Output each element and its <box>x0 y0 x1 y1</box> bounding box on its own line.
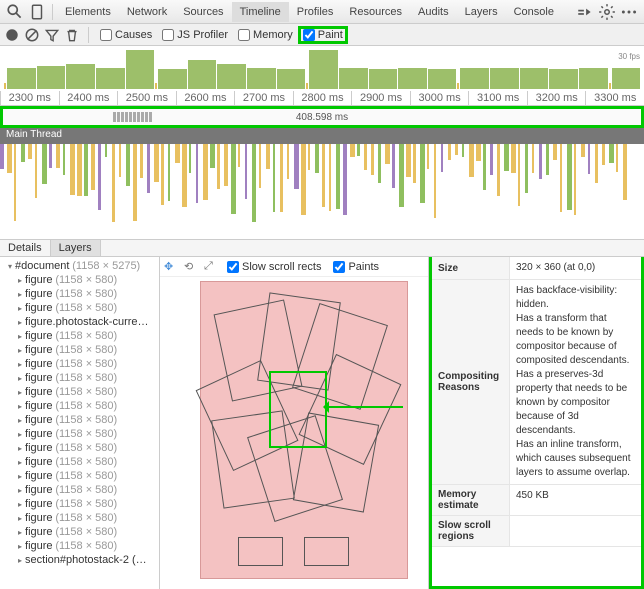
clear-icon[interactable] <box>24 27 40 43</box>
tree-row[interactable]: section#photostack-2 (… <box>0 553 159 567</box>
jsprofiler-checkbox[interactable]: JS Profiler <box>159 28 231 42</box>
prop-mem-key: Memory estimate <box>432 485 510 515</box>
pan-icon[interactable]: ⟲ <box>184 260 198 274</box>
tree-row[interactable]: figure (1158 × 580) <box>0 343 159 357</box>
tab-details[interactable]: Details <box>0 240 51 256</box>
tree-row[interactable]: figure (1158 × 580) <box>0 301 159 315</box>
tab-layers[interactable]: Layers <box>457 2 506 22</box>
tab-console[interactable]: Console <box>506 2 562 22</box>
separator <box>52 4 53 20</box>
prop-reasons-val: Has backface-visibility: hidden. Has a t… <box>510 280 641 484</box>
tree-row[interactable]: figure (1158 × 580) <box>0 525 159 539</box>
separator <box>88 27 89 43</box>
tree-row[interactable]: figure (1158 × 580) <box>0 539 159 553</box>
layer-properties: Size 320 × 360 (at 0,0) Compositing Reas… <box>429 257 644 589</box>
tab-layers-detail[interactable]: Layers <box>51 240 101 256</box>
filter-icon[interactable] <box>44 27 60 43</box>
gear-icon[interactable] <box>598 3 616 21</box>
tree-row[interactable]: figure (1158 × 580) <box>0 469 159 483</box>
causes-checkbox[interactable]: Causes <box>97 28 155 42</box>
layers-panel: #document (1158 × 5275) figure (1158 × 5… <box>0 257 644 589</box>
canvas-area[interactable] <box>200 281 408 579</box>
tree-row[interactable]: figure (1158 × 580) <box>0 413 159 427</box>
tree-row[interactable]: figure (1158 × 580) <box>0 371 159 385</box>
label: JS Profiler <box>177 29 228 41</box>
menu-icon[interactable] <box>620 3 638 21</box>
tree-row[interactable]: figure (1158 × 580) <box>0 483 159 497</box>
tree-row[interactable]: figure (1158 × 580) <box>0 273 159 287</box>
label: Memory <box>253 29 293 41</box>
tab-sources[interactable]: Sources <box>175 2 231 22</box>
layer-canvas[interactable]: ✥ ⟲ ⤢ Slow scroll rects Paints <box>160 257 429 589</box>
tree-row[interactable]: figure (1158 × 580) <box>0 385 159 399</box>
tree-row[interactable]: figure (1158 × 580) <box>0 329 159 343</box>
main-thread-header: Main Thread <box>0 128 644 144</box>
tree-row[interactable]: figure (1158 × 580) <box>0 357 159 371</box>
timeline-toolbar: Causes JS Profiler Memory Paint <box>0 24 644 46</box>
fps-chart[interactable]: 30 fps 60 fps 2300 ms2400 ms2500 ms2600 … <box>0 46 644 106</box>
time-axis: 2300 ms2400 ms2500 ms2600 ms2700 ms2800 … <box>0 91 644 105</box>
memory-checkbox[interactable]: Memory <box>235 28 296 42</box>
tab-network[interactable]: Network <box>119 2 175 22</box>
tree-row[interactable]: figure.photostack-curre… <box>0 315 159 329</box>
slow-rects-checkbox[interactable]: Slow scroll rects <box>224 260 324 274</box>
tab-audits[interactable]: Audits <box>410 2 457 22</box>
tree-row[interactable]: figure (1158 × 580) <box>0 399 159 413</box>
tree-row[interactable]: figure (1158 × 580) <box>0 497 159 511</box>
tree-row[interactable]: figure (1158 × 580) <box>0 287 159 301</box>
panel-tabs: Elements Network Sources Timeline Profil… <box>57 2 562 22</box>
timeline-overview[interactable]: 408.598 ms <box>0 106 644 128</box>
label: Paint <box>318 29 343 41</box>
tree-row[interactable]: figure (1158 × 580) <box>0 455 159 469</box>
prop-slow-val <box>510 516 641 546</box>
arrow-icon <box>325 406 403 408</box>
search-icon[interactable] <box>6 3 24 21</box>
tab-elements[interactable]: Elements <box>57 2 119 22</box>
prop-size-val: 320 × 360 (at 0,0) <box>510 257 641 279</box>
paint-checkbox[interactable]: Paint <box>300 28 346 42</box>
paints-checkbox[interactable]: Paints <box>330 260 382 274</box>
details-tabs: Details Layers <box>0 239 644 257</box>
tree-row[interactable]: figure (1158 × 580) <box>0 427 159 441</box>
reset-icon[interactable]: ⤢ <box>204 260 218 274</box>
record-icon[interactable] <box>4 27 20 43</box>
prop-size-key: Size <box>432 257 510 279</box>
prop-reasons-key: Compositing Reasons <box>432 280 510 484</box>
canvas-toolbar: ✥ ⟲ ⤢ Slow scroll rects Paints <box>160 257 428 277</box>
prop-mem-val: 450 KB <box>510 485 641 515</box>
devtools-toolbar: Elements Network Sources Timeline Profil… <box>0 0 644 24</box>
tab-timeline[interactable]: Timeline <box>232 2 289 22</box>
overview-time: 408.598 ms <box>296 112 348 123</box>
flame-chart[interactable] <box>0 144 644 239</box>
tab-resources[interactable]: Resources <box>341 2 410 22</box>
device-icon[interactable] <box>28 3 46 21</box>
tree-root[interactable]: #document (1158 × 5275) <box>0 259 159 273</box>
move-icon[interactable]: ✥ <box>164 260 178 274</box>
prop-slow-key: Slow scroll regions <box>432 516 510 546</box>
tree-row[interactable]: figure (1158 × 580) <box>0 511 159 525</box>
layer-tree[interactable]: #document (1158 × 5275) figure (1158 × 5… <box>0 257 160 589</box>
trash-icon[interactable] <box>64 27 80 43</box>
tree-row[interactable]: figure (1158 × 580) <box>0 441 159 455</box>
tab-profiles[interactable]: Profiles <box>289 2 342 22</box>
label: Causes <box>115 29 152 41</box>
drawer-icon[interactable] <box>576 3 594 21</box>
